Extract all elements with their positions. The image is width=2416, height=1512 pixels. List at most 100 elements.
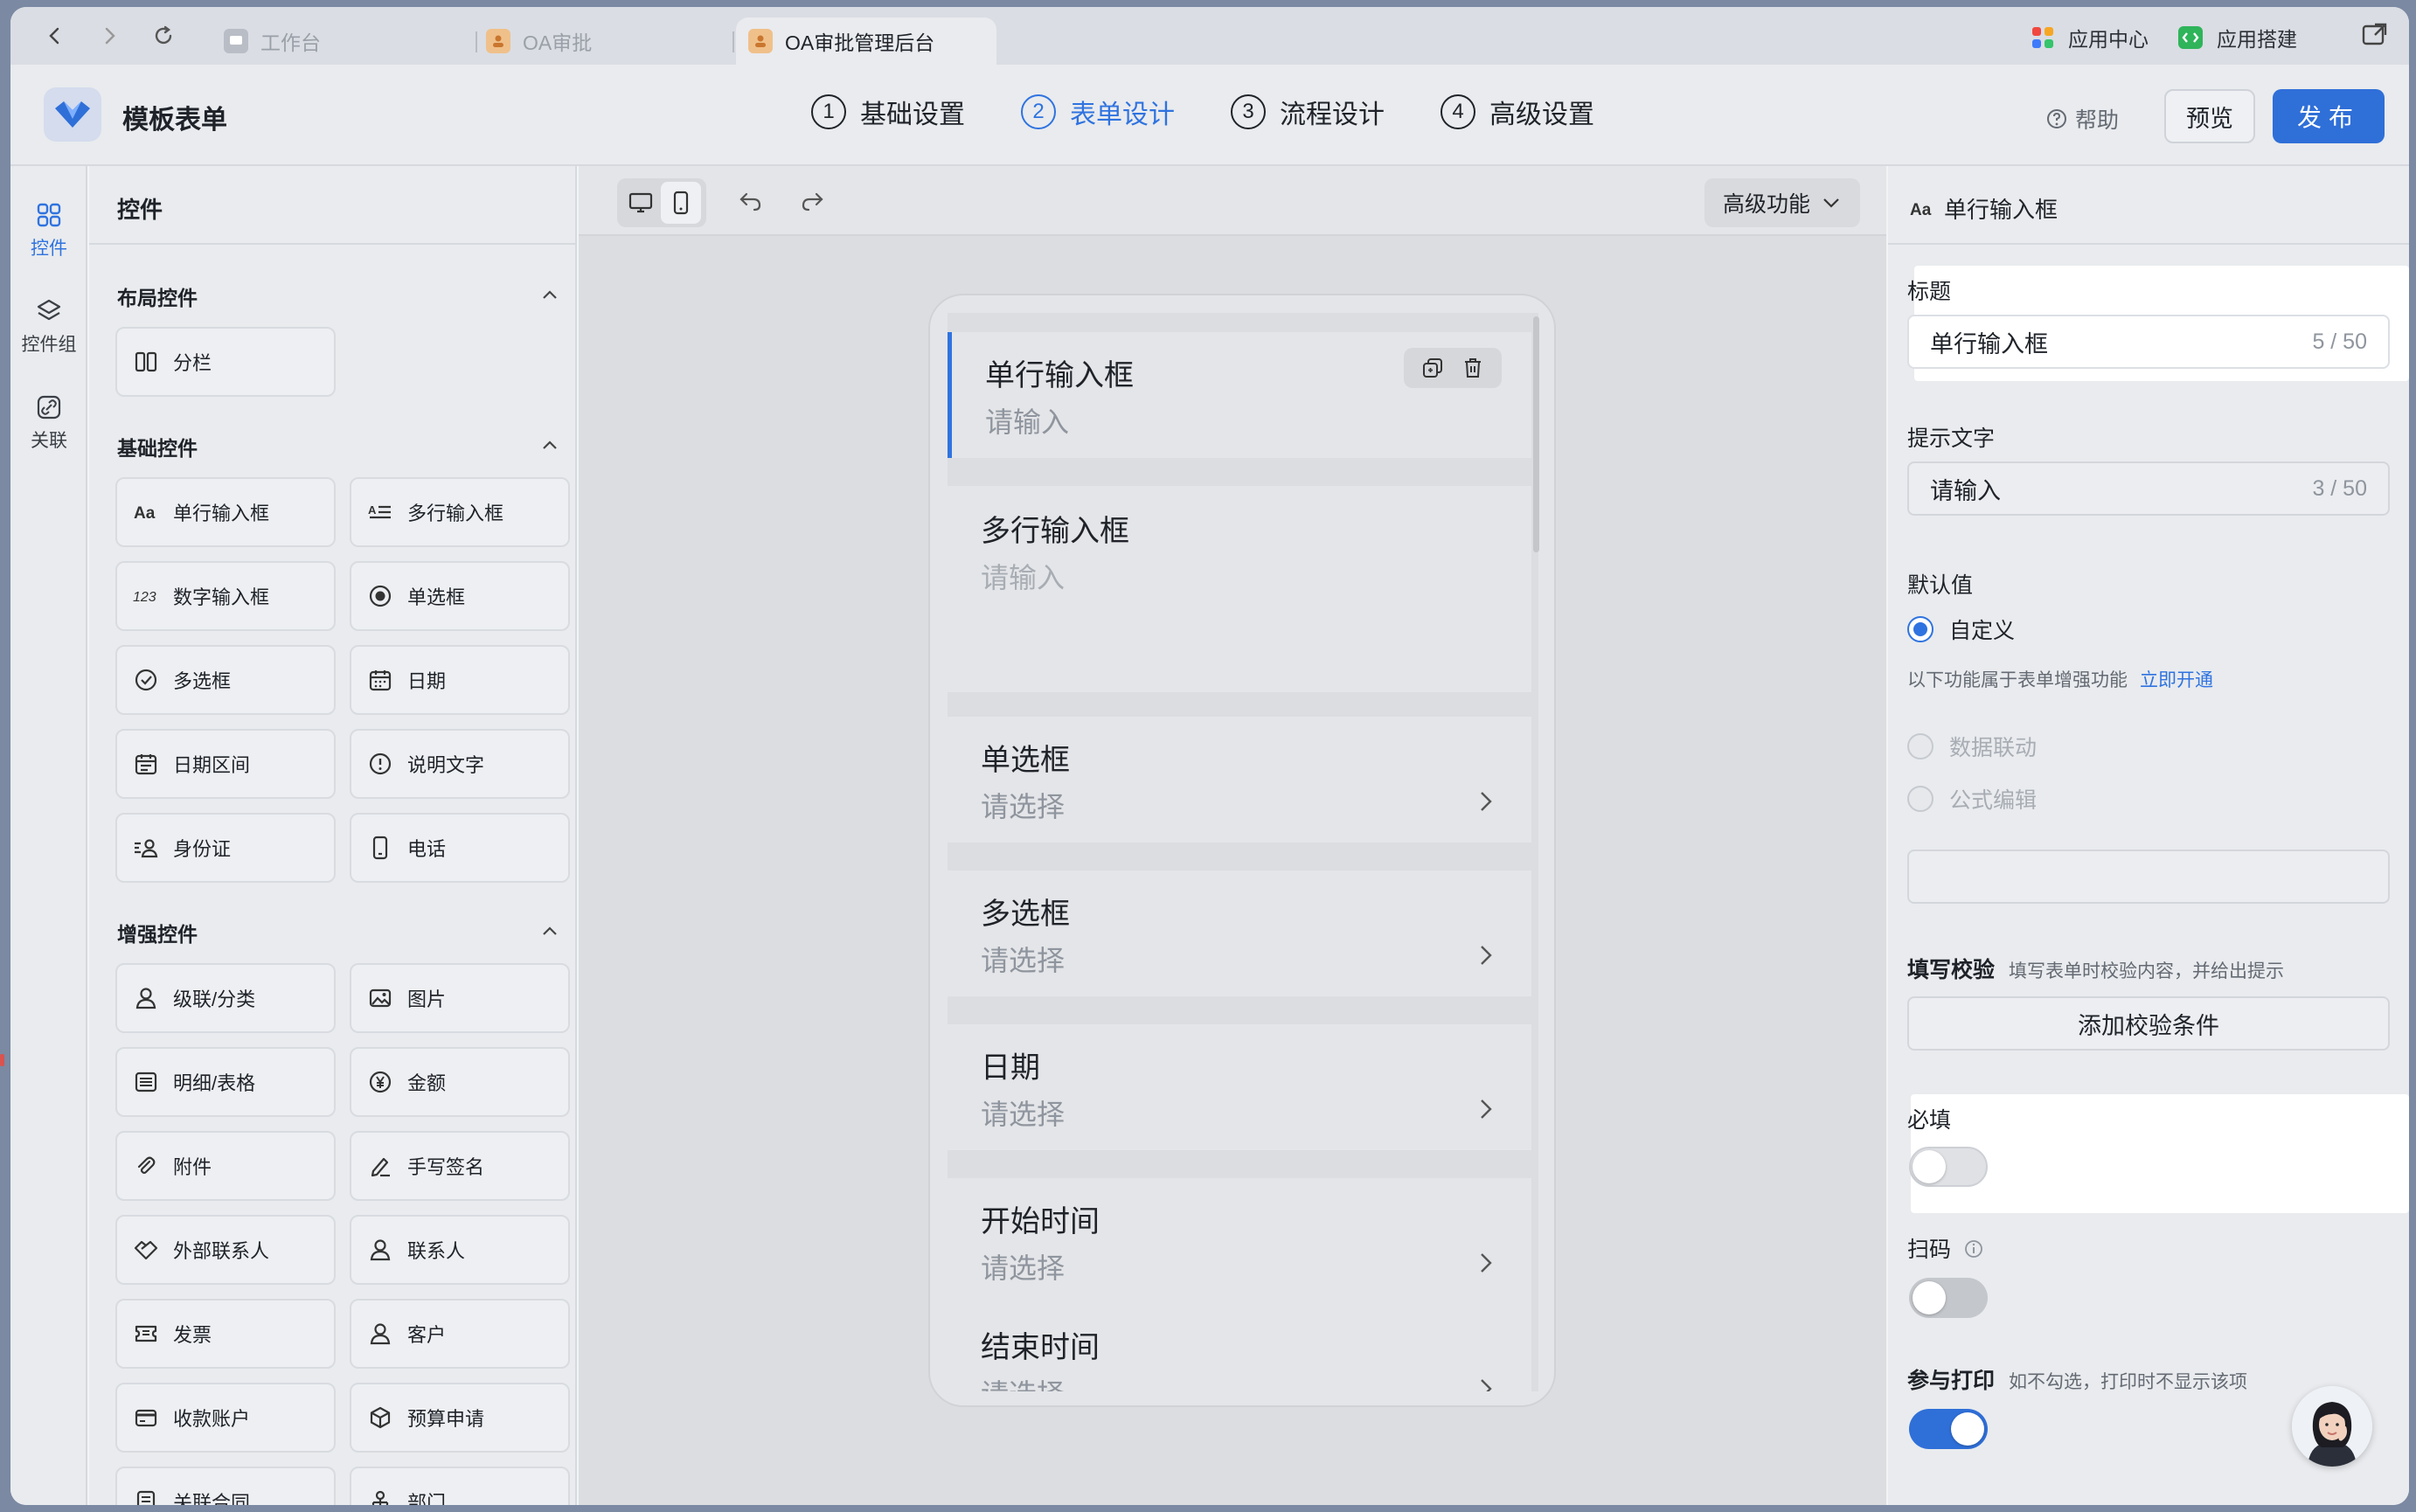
control-signature[interactable]: 手写签名	[350, 1131, 570, 1201]
control-date-range[interactable]: 日期区间	[115, 729, 336, 799]
step-basic[interactable]: 1 基础设置	[811, 93, 965, 131]
step-flow-design[interactable]: 3 流程设计	[1231, 93, 1385, 131]
text-aa-icon: Aa	[133, 499, 159, 525]
info-icon[interactable]	[1964, 1239, 1983, 1259]
step-advanced[interactable]: 4 高级设置	[1441, 93, 1594, 131]
tab-workbench[interactable]: 工作台	[212, 17, 465, 65]
form-field-date[interactable]: 日期 请选择	[948, 1024, 1531, 1150]
rail-item-controls[interactable]: 控件	[10, 201, 87, 260]
app-builder-link[interactable]: 应用搭建	[2176, 23, 2297, 52]
browser-bar: 工作台 OA审批 OA审批管理后台 应用中心 应用搭建	[10, 7, 2409, 65]
field-actions	[1404, 348, 1502, 388]
radio-on-icon	[1907, 616, 1933, 642]
phone-icon	[367, 835, 393, 861]
default-custom-radio[interactable]: 自定义	[1907, 614, 2015, 645]
open-external-icon[interactable]	[2360, 19, 2390, 49]
undo-icon[interactable]	[736, 187, 766, 217]
chevron-up-icon[interactable]	[540, 285, 559, 304]
check-circle-icon	[133, 667, 159, 693]
control-number[interactable]: 123 数字输入框	[115, 561, 336, 631]
controls-title: 控件	[117, 197, 163, 223]
svg-text:Aa: Aa	[1910, 201, 1932, 219]
columns-icon	[133, 349, 159, 375]
mobile-icon[interactable]	[661, 182, 701, 224]
enable-now-link[interactable]: 立即开通	[2140, 670, 2213, 690]
assistant-avatar[interactable]	[2292, 1386, 2372, 1467]
control-multi-line[interactable]: A 多行输入框	[350, 477, 570, 547]
default-value-input[interactable]	[1907, 850, 2390, 904]
scan-toggle[interactable]	[1909, 1278, 1988, 1318]
number-123-icon: 123	[133, 583, 159, 609]
chevron-up-icon[interactable]	[540, 435, 559, 454]
svg-text:123: 123	[133, 590, 156, 605]
pen-icon	[367, 1153, 393, 1179]
left-rail: 控件 控件组 关联	[10, 166, 87, 1505]
control-description[interactable]: 说明文字	[350, 729, 570, 799]
control-radio[interactable]: 单选框	[350, 561, 570, 631]
tab-oa-admin[interactable]: OA审批管理后台	[736, 17, 996, 65]
rail-item-relations[interactable]: 关联	[10, 393, 87, 453]
control-invoice[interactable]: 发票	[115, 1299, 336, 1369]
data-link-radio: 数据联动	[1907, 731, 2037, 762]
form-field-start-end-time[interactable]: 开始时间 请选择 结束时间 请选择	[948, 1178, 1531, 1391]
delete-icon[interactable]	[1453, 350, 1493, 385]
control-phone[interactable]: 电话	[350, 813, 570, 883]
form-field-multi-line[interactable]: 多行输入框 请输入	[948, 486, 1531, 692]
control-contact[interactable]: 联系人	[350, 1215, 570, 1285]
mobile-preview: 单行输入框 请输入 多行输入框 请输入 单选框 请选择 多选框 请选择 日期 请…	[928, 294, 1556, 1407]
control-single-line[interactable]: Aa 单行输入框	[115, 477, 336, 547]
reload-icon[interactable]	[149, 21, 178, 51]
form-preview: 单行输入框 请输入 多行输入框 请输入 单选框 请选择 多选框 请选择 日期 请…	[948, 313, 1538, 1391]
form-field-single-line[interactable]: 单行输入框 请输入	[948, 332, 1531, 458]
control-payee-account[interactable]: 收款账户	[115, 1383, 336, 1453]
control-id-card[interactable]: 身份证	[115, 813, 336, 883]
control-department[interactable]: 部门	[350, 1467, 570, 1505]
image-icon	[367, 985, 393, 1011]
control-contract[interactable]: 关联合同	[115, 1467, 336, 1505]
publish-button[interactable]: 发布	[2273, 89, 2385, 143]
title-label: 标题	[1907, 280, 1952, 304]
title-input[interactable]: 单行输入框 5 / 50	[1907, 315, 2390, 369]
control-customer[interactable]: 客户	[350, 1299, 570, 1369]
control-checkbox[interactable]: 多选框	[115, 645, 336, 715]
print-label: 参与打印 如不勾选，打印时不显示该项	[1907, 1369, 2248, 1393]
form-field-checkbox[interactable]: 多选框 请选择	[948, 870, 1531, 996]
help-link[interactable]: 帮助	[2045, 103, 2119, 135]
copy-icon[interactable]	[1413, 350, 1453, 385]
desktop-icon[interactable]	[621, 182, 661, 224]
tab-oa[interactable]: OA审批	[474, 17, 727, 65]
control-table[interactable]: 明细/表格	[115, 1047, 336, 1117]
chevron-up-icon[interactable]	[540, 921, 559, 940]
step-form-design[interactable]: 2 表单设计	[1021, 93, 1175, 131]
control-columns[interactable]: 分栏	[115, 327, 336, 397]
preview-button[interactable]: 预览	[2164, 89, 2255, 143]
back-icon[interactable]	[40, 21, 70, 51]
forward-icon[interactable]	[94, 21, 124, 51]
enhance-note: 以下功能属于表单增强功能 立即开通	[1907, 670, 2213, 690]
design-canvas: 高级功能 单行输入框 请输入 多行输入框 请输入 单选框 请选择 多选框 请选择…	[579, 166, 1886, 1505]
chevron-right-icon	[1481, 792, 1492, 811]
control-amount[interactable]: 金额	[350, 1047, 570, 1117]
required-toggle[interactable]	[1909, 1147, 1988, 1187]
form-field-radio[interactable]: 单选框 请选择	[948, 717, 1531, 843]
control-budget[interactable]: 预算申请	[350, 1383, 570, 1453]
app-logo	[44, 87, 101, 142]
app-title: 模板表单	[122, 106, 227, 135]
radio-off-icon	[1907, 786, 1933, 812]
divider	[89, 243, 575, 245]
control-cascade[interactable]: 级联/分类	[115, 963, 336, 1033]
rail-item-control-groups[interactable]: 控件组	[10, 297, 87, 357]
hint-input[interactable]: 请输入 3 / 50	[1907, 461, 2390, 516]
add-validation-button[interactable]: 添加校验条件	[1907, 996, 2390, 1051]
advanced-features-dropdown[interactable]: 高级功能	[1704, 178, 1860, 227]
control-image[interactable]: 图片	[350, 963, 570, 1033]
hint-label: 提示文字	[1907, 427, 1996, 451]
redo-icon[interactable]	[797, 187, 827, 217]
app-center-link[interactable]: 应用中心	[2030, 23, 2149, 52]
print-toggle[interactable]	[1909, 1409, 1988, 1449]
preview-scrollbar[interactable]	[1533, 316, 1539, 552]
control-date[interactable]: 日期	[350, 645, 570, 715]
svg-text:Aa: Aa	[134, 504, 156, 523]
control-attachment[interactable]: 附件	[115, 1131, 336, 1201]
control-external-contact[interactable]: 外部联系人	[115, 1215, 336, 1285]
